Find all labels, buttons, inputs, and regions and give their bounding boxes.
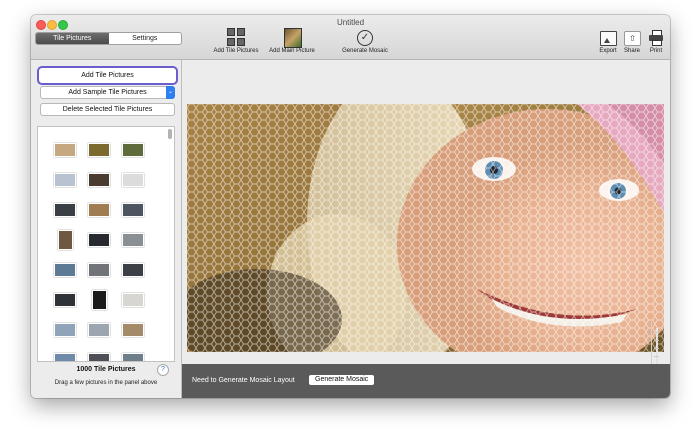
- photo-thumbnail-icon: [122, 143, 144, 157]
- tab-tile-pictures[interactable]: Tile Pictures: [36, 33, 109, 44]
- tile-grid: [48, 135, 150, 361]
- export-toolbar-button[interactable]: Export: [595, 28, 621, 58]
- window-title: Untitled: [336, 18, 365, 27]
- help-button[interactable]: ?: [157, 364, 169, 376]
- status-message: Need to Generate Mosaic Layout: [192, 377, 295, 384]
- add-sample-tile-pictures-select[interactable]: Add Sample Tile Pictures ⌄: [40, 86, 175, 99]
- sidebar-mode-segmented-control: Tile Pictures Settings: [35, 32, 182, 45]
- chevron-updown-icon: ⌄: [166, 86, 175, 99]
- tile-grid-icon: [227, 28, 245, 46]
- tile-thumbnail[interactable]: [82, 135, 116, 165]
- tile-thumbnail[interactable]: [82, 255, 116, 285]
- photo-thumbnail-icon: [54, 323, 76, 337]
- tile-thumbnail[interactable]: [48, 285, 82, 315]
- checkmark-circle-icon: ✓: [357, 30, 373, 46]
- photo-thumbnail-icon: [88, 323, 110, 337]
- tile-thumbnail[interactable]: [116, 225, 150, 255]
- photo-thumbnail-icon: [122, 323, 144, 337]
- tile-thumbnail[interactable]: [82, 315, 116, 345]
- photo-thumbnail-icon: [54, 263, 76, 277]
- photo-thumbnail-icon: [88, 143, 110, 157]
- portrait-photo-icon: [284, 28, 302, 48]
- tile-thumbnail[interactable]: [82, 225, 116, 255]
- share-icon: ⇧: [624, 31, 641, 46]
- share-toolbar-button[interactable]: ⇧ Share: [620, 28, 644, 58]
- tile-thumbnail[interactable]: [48, 165, 82, 195]
- tile-thumbnail[interactable]: [116, 345, 150, 361]
- tile-panel-scrollbar[interactable]: [168, 129, 172, 139]
- photo-thumbnail-icon: [91, 290, 107, 310]
- export-icon: [600, 31, 617, 46]
- photo-thumbnail-icon: [122, 263, 144, 277]
- tile-thumbnail[interactable]: [48, 315, 82, 345]
- photo-thumbnail-icon: [54, 203, 76, 217]
- generate-mosaic-button[interactable]: Generate Mosaic: [309, 375, 375, 385]
- tile-thumbnail[interactable]: [116, 255, 150, 285]
- photo-thumbnail-icon: [54, 173, 76, 187]
- tile-thumbnail[interactable]: [48, 225, 82, 255]
- photo-thumbnail-icon: [88, 233, 110, 247]
- title-bar: Untitled Tile Pictures Settings Add Tile…: [31, 15, 670, 60]
- printer-icon: [649, 30, 663, 46]
- generate-mosaic-toolbar-button[interactable]: ✓ Generate Mosaic: [337, 28, 393, 58]
- mosaic-canvas-area: Need to Generate Mosaic Layout Generate …: [182, 60, 670, 398]
- add-sample-select-label: Add Sample Tile Pictures: [68, 89, 147, 96]
- tile-pictures-sidebar: Add Tile Pictures Add Sample Tile Pictur…: [31, 60, 182, 398]
- photo-thumbnail-icon: [88, 263, 110, 277]
- tile-thumbnail[interactable]: [116, 285, 150, 315]
- delete-selected-tile-pictures-button[interactable]: Delete Selected Tile Pictures: [40, 103, 175, 116]
- tile-thumbnail[interactable]: [82, 285, 116, 315]
- photo-thumbnail-icon: [122, 293, 144, 307]
- photo-thumbnail-icon: [54, 353, 76, 361]
- photo-thumbnail-icon: [57, 230, 73, 250]
- photo-thumbnail-icon: [88, 203, 110, 217]
- app-window: Untitled Tile Pictures Settings Add Tile…: [31, 15, 670, 398]
- photo-thumbnail-icon: [122, 173, 144, 187]
- tile-thumbnail[interactable]: [116, 165, 150, 195]
- photo-thumbnail-icon: [122, 233, 144, 247]
- add-tile-pictures-toolbar-button[interactable]: Add Tile Pictures: [208, 28, 264, 58]
- tile-thumbnail[interactable]: [116, 195, 150, 225]
- photo-thumbnail-icon: [54, 143, 76, 157]
- photo-thumbnail-icon: [122, 353, 144, 361]
- tile-thumbnail[interactable]: [116, 315, 150, 345]
- tile-thumbnail[interactable]: [82, 345, 116, 361]
- tile-thumbnail[interactable]: [48, 195, 82, 225]
- add-main-picture-toolbar-button[interactable]: Add Main Picture: [265, 28, 319, 58]
- tile-thumbnail[interactable]: [116, 135, 150, 165]
- photo-thumbnail-icon: [88, 173, 110, 187]
- mosaic-preview: [187, 104, 664, 352]
- tab-settings[interactable]: Settings: [109, 33, 182, 44]
- print-toolbar-button[interactable]: Print: [644, 28, 668, 58]
- add-tile-pictures-button[interactable]: Add Tile Pictures: [37, 66, 178, 85]
- tile-thumbnail[interactable]: [48, 345, 82, 361]
- status-bar: Need to Generate Mosaic Layout Generate …: [182, 364, 670, 398]
- photo-thumbnail-icon: [54, 293, 76, 307]
- drag-hint-text: Drag a few pictures in the panel above: [54, 380, 158, 386]
- tile-pictures-panel[interactable]: [37, 126, 175, 362]
- tile-thumbnail[interactable]: [82, 165, 116, 195]
- tile-thumbnail[interactable]: [82, 195, 116, 225]
- photo-thumbnail-icon: [88, 353, 110, 361]
- tile-thumbnail[interactable]: [48, 255, 82, 285]
- photo-thumbnail-icon: [122, 203, 144, 217]
- tile-thumbnail[interactable]: [48, 135, 82, 165]
- mosaic-preview-image: [187, 104, 664, 352]
